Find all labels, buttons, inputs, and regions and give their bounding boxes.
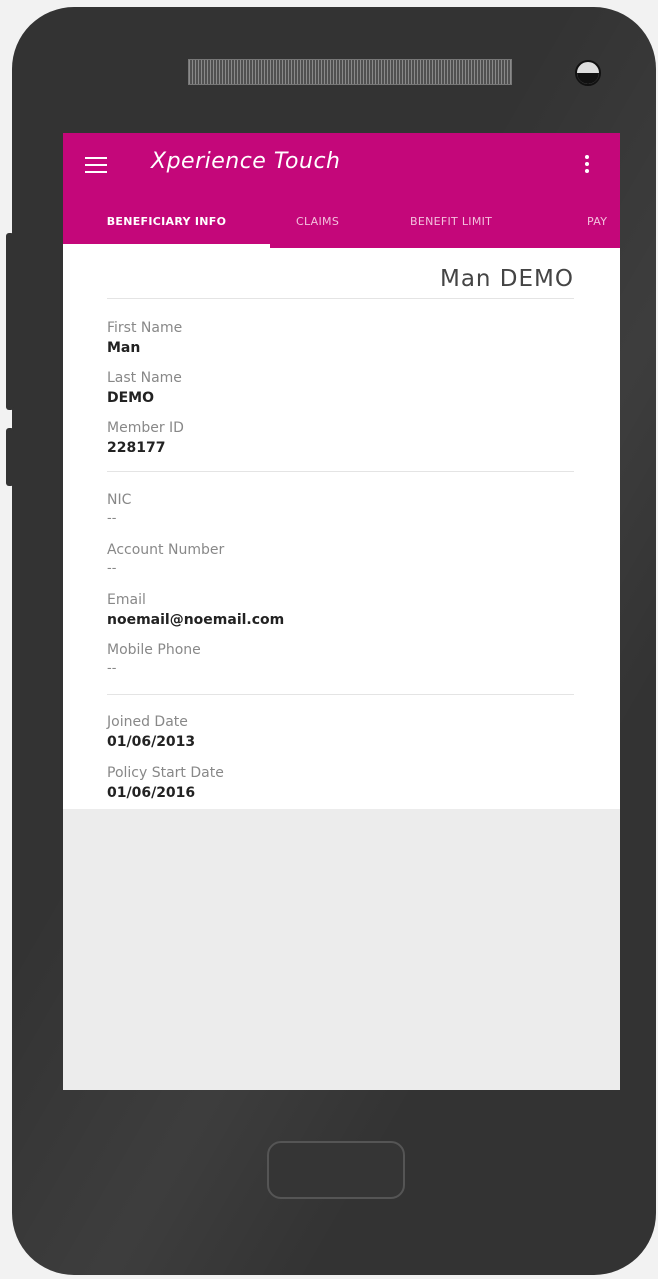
mobile-phone-value: --	[107, 661, 117, 676]
volume-button[interactable]	[6, 233, 14, 410]
divider	[107, 298, 574, 299]
nic-value: --	[107, 511, 117, 526]
tab-bar: BENEFICIARY INFO CLAIMS BENEFIT LIMIT PA…	[63, 211, 620, 248]
policy-start-date-value: 01/06/2016	[107, 785, 196, 801]
nic-label: NIC	[107, 492, 132, 508]
policy-start-date-label: Policy Start Date	[107, 765, 224, 781]
beneficiary-display-name: Man DEMO	[439, 266, 574, 292]
tab-beneficiary-info[interactable]: BENEFICIARY INFO	[63, 211, 270, 248]
email-label: Email	[107, 592, 146, 608]
tab-pay[interactable]: PAY	[587, 211, 607, 248]
account-number-value: --	[107, 561, 117, 576]
divider	[107, 694, 574, 695]
phone-frame: Xperience Touch BENEFICIARY INFO CLAIMS …	[12, 7, 656, 1275]
account-number-label: Account Number	[107, 542, 225, 558]
app-title: Xperience Touch	[151, 149, 341, 174]
joined-date-value: 01/06/2013	[107, 734, 196, 750]
member-id-value: 228177	[107, 440, 166, 456]
first-name-label: First Name	[107, 320, 183, 336]
first-name-value: Man	[107, 340, 141, 356]
member-id-label: Member ID	[107, 420, 184, 436]
tab-benefit-limit[interactable]: BENEFIT LIMIT	[410, 211, 492, 248]
home-button[interactable]	[267, 1141, 405, 1199]
tab-claims[interactable]: CLAIMS	[296, 211, 339, 248]
last-name-value: DEMO	[107, 390, 155, 406]
more-vertical-icon[interactable]	[583, 155, 591, 177]
last-name-label: Last Name	[107, 370, 182, 386]
beneficiary-info-card: Man DEMO First Name Man Last Name DEMO M…	[63, 248, 620, 809]
mobile-phone-label: Mobile Phone	[107, 642, 201, 658]
app-screen: Xperience Touch BENEFICIARY INFO CLAIMS …	[63, 133, 620, 1090]
hamburger-menu-icon[interactable]	[85, 157, 107, 173]
joined-date-label: Joined Date	[107, 714, 188, 730]
speaker-grille	[188, 59, 512, 85]
email-value: noemail@noemail.com	[107, 612, 285, 628]
power-button[interactable]	[6, 428, 14, 486]
divider	[107, 471, 574, 472]
camera-icon	[575, 60, 601, 86]
app-bar: Xperience Touch BENEFICIARY INFO CLAIMS …	[63, 133, 620, 248]
